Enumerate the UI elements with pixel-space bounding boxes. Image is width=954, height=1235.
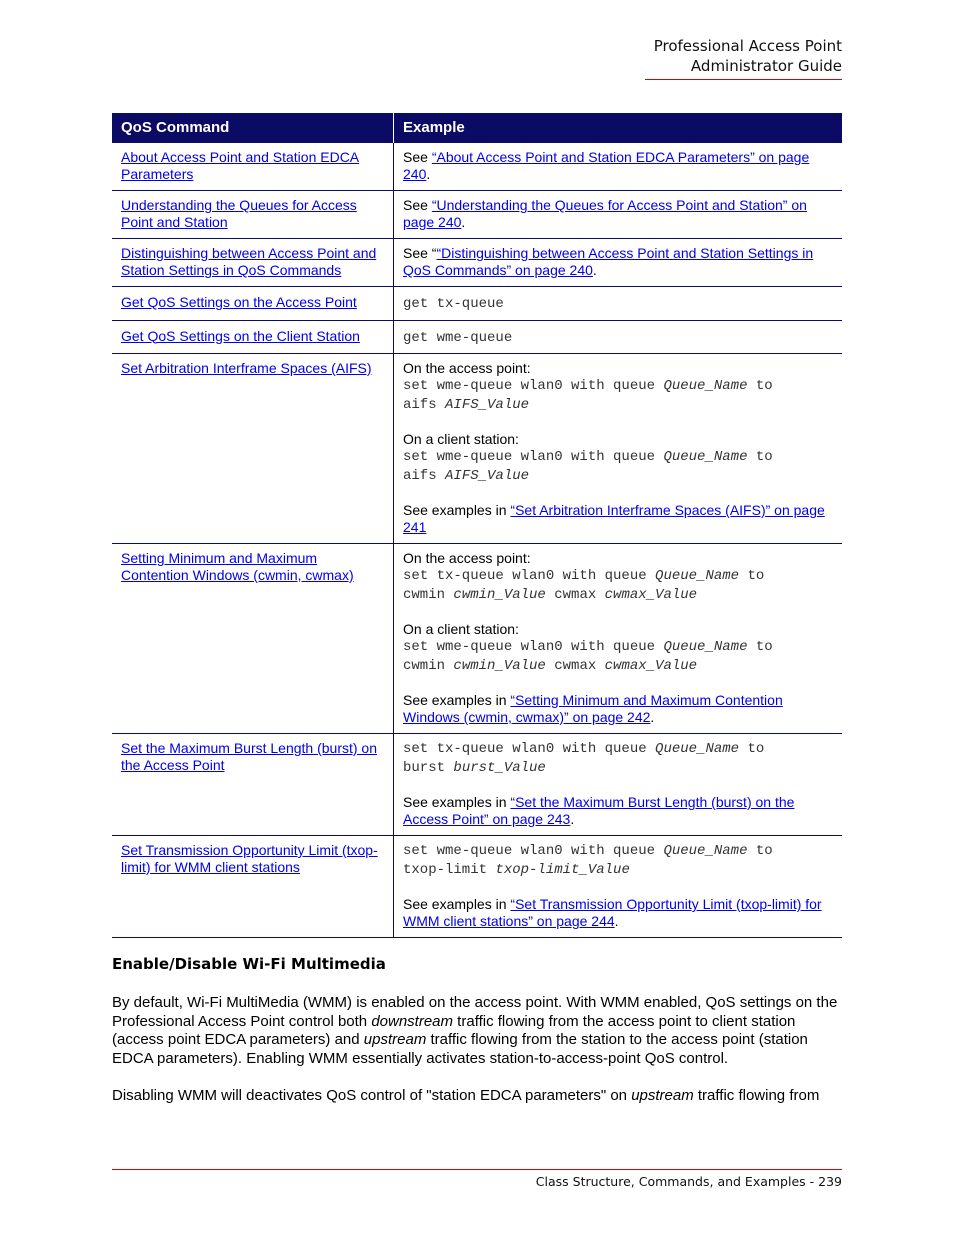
- qos-command-table: QoS Command Example About Access Point a…: [112, 113, 842, 938]
- client-station-code: set wme-queue wlan0 with queue Queue_Nam…: [403, 639, 773, 674]
- command-code: set tx-queue wlan0 with queue Queue_Name…: [403, 741, 765, 776]
- table-row: Set the Maximum Burst Length (burst) on …: [112, 733, 842, 836]
- table-row: Understanding the Queues for Access Poin…: [112, 190, 842, 239]
- see-text: See “: [403, 245, 437, 261]
- table-row: Setting Minimum and Maximum Contention W…: [112, 543, 842, 734]
- command-code: set wme-queue wlan0 with queue Queue_Nam…: [403, 843, 773, 878]
- cross-reference-link[interactable]: “About Access Point and Station EDCA Par…: [403, 149, 809, 182]
- access-point-code: set tx-queue wlan0 with queue Queue_Name…: [403, 568, 765, 603]
- column-header-example: Example: [393, 113, 842, 143]
- command-link[interactable]: About Access Point and Station EDCA Para…: [121, 149, 359, 182]
- table-row: Get QoS Settings on the Access Point get…: [112, 286, 842, 321]
- footer-rule: [112, 1169, 842, 1170]
- access-point-label: On the access point:: [403, 550, 531, 566]
- command-link[interactable]: Get QoS Settings on the Access Point: [121, 294, 357, 310]
- see-text: See examples in: [403, 692, 511, 708]
- client-station-code: set wme-queue wlan0 with queue Queue_Nam…: [403, 449, 773, 484]
- see-text: See: [403, 197, 432, 213]
- body-paragraph: Disabling WMM will deactivates QoS contr…: [112, 1087, 820, 1104]
- punctuation: .: [592, 262, 597, 278]
- table-row: Set Arbitration Interframe Spaces (AIFS)…: [112, 353, 842, 544]
- table-row: Distinguishing between Access Point and …: [112, 238, 842, 287]
- command-link[interactable]: Set Arbitration Interframe Spaces (AIFS): [121, 360, 372, 376]
- body-paragraph: By default, Wi-Fi MultiMedia (WMM) is en…: [112, 994, 838, 1067]
- table-row: Get QoS Settings on the Client Station g…: [112, 320, 842, 354]
- access-point-code: set wme-queue wlan0 with queue Queue_Nam…: [403, 378, 773, 413]
- see-text: See: [403, 149, 432, 165]
- command-code: get tx-queue: [403, 296, 504, 312]
- table-row: About Access Point and Station EDCA Para…: [112, 143, 842, 191]
- command-link[interactable]: Set the Maximum Burst Length (burst) on …: [121, 740, 377, 773]
- punctuation: .: [614, 913, 619, 929]
- punctuation: .: [570, 811, 575, 827]
- see-text: See examples in: [403, 896, 511, 912]
- client-station-label: On a client station:: [403, 431, 519, 447]
- command-code: get wme-queue: [403, 329, 513, 346]
- table-row: Set Transmission Opportunity Limit (txop…: [112, 835, 842, 938]
- header-rule: [645, 79, 842, 80]
- see-text: See examples in: [403, 794, 511, 810]
- client-station-label: On a client station:: [403, 621, 519, 637]
- command-link[interactable]: Get QoS Settings on the Client Station: [121, 328, 360, 344]
- command-link[interactable]: Set Transmission Opportunity Limit (txop…: [121, 842, 378, 875]
- running-header: Professional Access Point Administrator …: [654, 36, 842, 76]
- page-footer: Class Structure, Commands, and Examples …: [535, 1174, 842, 1189]
- table-header-row: QoS Command Example: [112, 113, 842, 143]
- cross-reference-link[interactable]: “Distinguishing between Access Point and…: [403, 245, 813, 278]
- command-link[interactable]: Distinguishing between Access Point and …: [121, 245, 376, 278]
- command-link[interactable]: Understanding the Queues for Access Poin…: [121, 197, 357, 230]
- punctuation: .: [650, 709, 655, 725]
- header-title: Professional Access Point: [653, 37, 842, 55]
- command-link[interactable]: Setting Minimum and Maximum Contention W…: [121, 550, 354, 583]
- punctuation: .: [461, 214, 466, 230]
- section-heading: Enable/Disable Wi-Fi Multimedia: [112, 955, 386, 973]
- see-text: See examples in: [403, 502, 511, 518]
- punctuation: .: [426, 166, 431, 182]
- column-header-command: QoS Command: [112, 113, 394, 143]
- header-subtitle: Administrator Guide: [690, 57, 842, 75]
- access-point-label: On the access point:: [403, 360, 531, 376]
